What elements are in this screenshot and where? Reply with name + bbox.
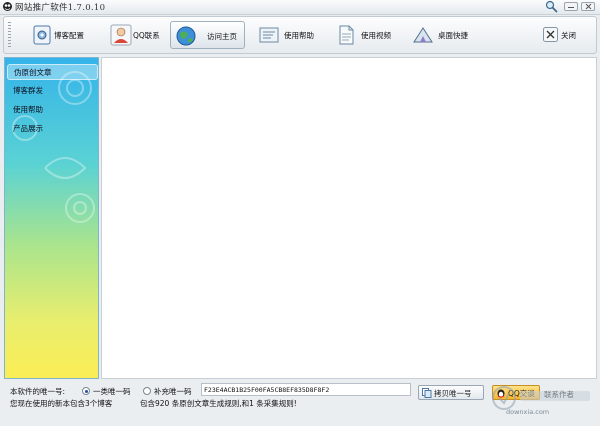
contact-author-link[interactable]: 联系作者 xyxy=(544,389,574,400)
radio-secondary-label: 补充唯一码 xyxy=(154,387,192,396)
app-logo-icon xyxy=(3,2,12,11)
toolbar-blog-config-button[interactable]: 博客配置 xyxy=(27,21,97,49)
sidebar: 伪原创文章 博客群发 使用帮助 产品展示 xyxy=(4,57,99,379)
shortcut-icon xyxy=(413,27,433,43)
toolbar-grip[interactable] xyxy=(8,22,11,48)
unique-id-label: 本软件的唯一号: xyxy=(10,387,66,396)
toolbar-close-button[interactable]: 关闭 xyxy=(539,21,589,49)
rules-count-text: 包含920 条原创文章生成规则,和1 条采集规则! xyxy=(140,399,297,408)
copy-button-label: 拷贝唯一号 xyxy=(434,389,472,398)
help-icon xyxy=(259,27,279,43)
unique-id-input[interactable] xyxy=(201,383,411,396)
qq-penguin-icon xyxy=(497,389,505,398)
toolbar-label: 桌面快捷 xyxy=(438,31,468,40)
qq-chat-button[interactable]: QQ交谈 xyxy=(492,385,540,400)
window-close-button[interactable] xyxy=(581,2,595,11)
radio-secondary-unique-id[interactable] xyxy=(143,387,151,395)
minimize-button[interactable] xyxy=(564,2,578,11)
window-title: 网站推广软件1.7.0.10 xyxy=(15,3,106,13)
qq-button-label: QQ交谈 xyxy=(508,389,535,398)
toolbar-video-button[interactable]: 使用视频 xyxy=(331,21,399,49)
main-content-pane[interactable] xyxy=(101,57,597,379)
toolbar-desktop-shortcut-button[interactable]: 桌面快捷 xyxy=(408,21,483,49)
radio-primary-label: 一类唯一码 xyxy=(93,387,131,396)
copy-unique-id-button[interactable]: 拷贝唯一号 xyxy=(418,385,484,400)
toolbar-label: 博客配置 xyxy=(54,31,84,40)
sidebar-item-label: 产品展示 xyxy=(13,124,43,133)
toolbar-label: 关闭 xyxy=(561,31,576,40)
search-icon[interactable] xyxy=(545,0,558,13)
sidebar-item-help[interactable]: 使用帮助 xyxy=(7,102,98,118)
sidebar-item-label: 使用帮助 xyxy=(13,105,43,114)
toolbar-help-button[interactable]: 使用帮助 xyxy=(254,21,322,49)
watermark-text: downxia.com xyxy=(506,408,550,416)
user-icon xyxy=(110,24,132,46)
radio-primary-unique-id[interactable] xyxy=(82,387,90,395)
close-icon xyxy=(543,27,558,42)
sidebar-item-pseudo-original-articles[interactable]: 伪原创文章 xyxy=(7,64,98,80)
blog-count-text: 您现在使用的新本包含3个博客 xyxy=(10,399,113,408)
sidebar-item-blog-mass-post[interactable]: 博客群发 xyxy=(7,83,98,99)
app-window: 网站推广软件1.7.0.10 博客配置 QQ联系 访问主页 使用帮助 使用视频 … xyxy=(0,0,600,426)
sidebar-item-label: 博客群发 xyxy=(13,86,43,95)
sidebar-item-label: 伪原创文章 xyxy=(14,68,52,77)
sidebar-item-products[interactable]: 产品展示 xyxy=(7,121,98,137)
toolbar-label: 使用帮助 xyxy=(284,31,314,40)
toolbar-visit-homepage-button[interactable]: 访问主页 xyxy=(170,21,245,49)
toolbar-qq-contact-button[interactable]: QQ联系 xyxy=(106,21,168,49)
video-icon xyxy=(339,25,354,45)
toolbar: 博客配置 QQ联系 访问主页 使用帮助 使用视频 桌面快捷 关闭 xyxy=(3,16,597,54)
toolbar-label: QQ联系 xyxy=(133,31,160,40)
copy-icon xyxy=(422,388,432,398)
title-bar[interactable]: 网站推广软件1.7.0.10 xyxy=(0,0,600,15)
gear-icon xyxy=(33,25,51,45)
globe-icon xyxy=(176,26,196,46)
toolbar-label: 访问主页 xyxy=(207,32,237,41)
toolbar-label: 使用视频 xyxy=(361,31,391,40)
sidebar-list: 伪原创文章 博客群发 使用帮助 产品展示 xyxy=(5,61,98,137)
